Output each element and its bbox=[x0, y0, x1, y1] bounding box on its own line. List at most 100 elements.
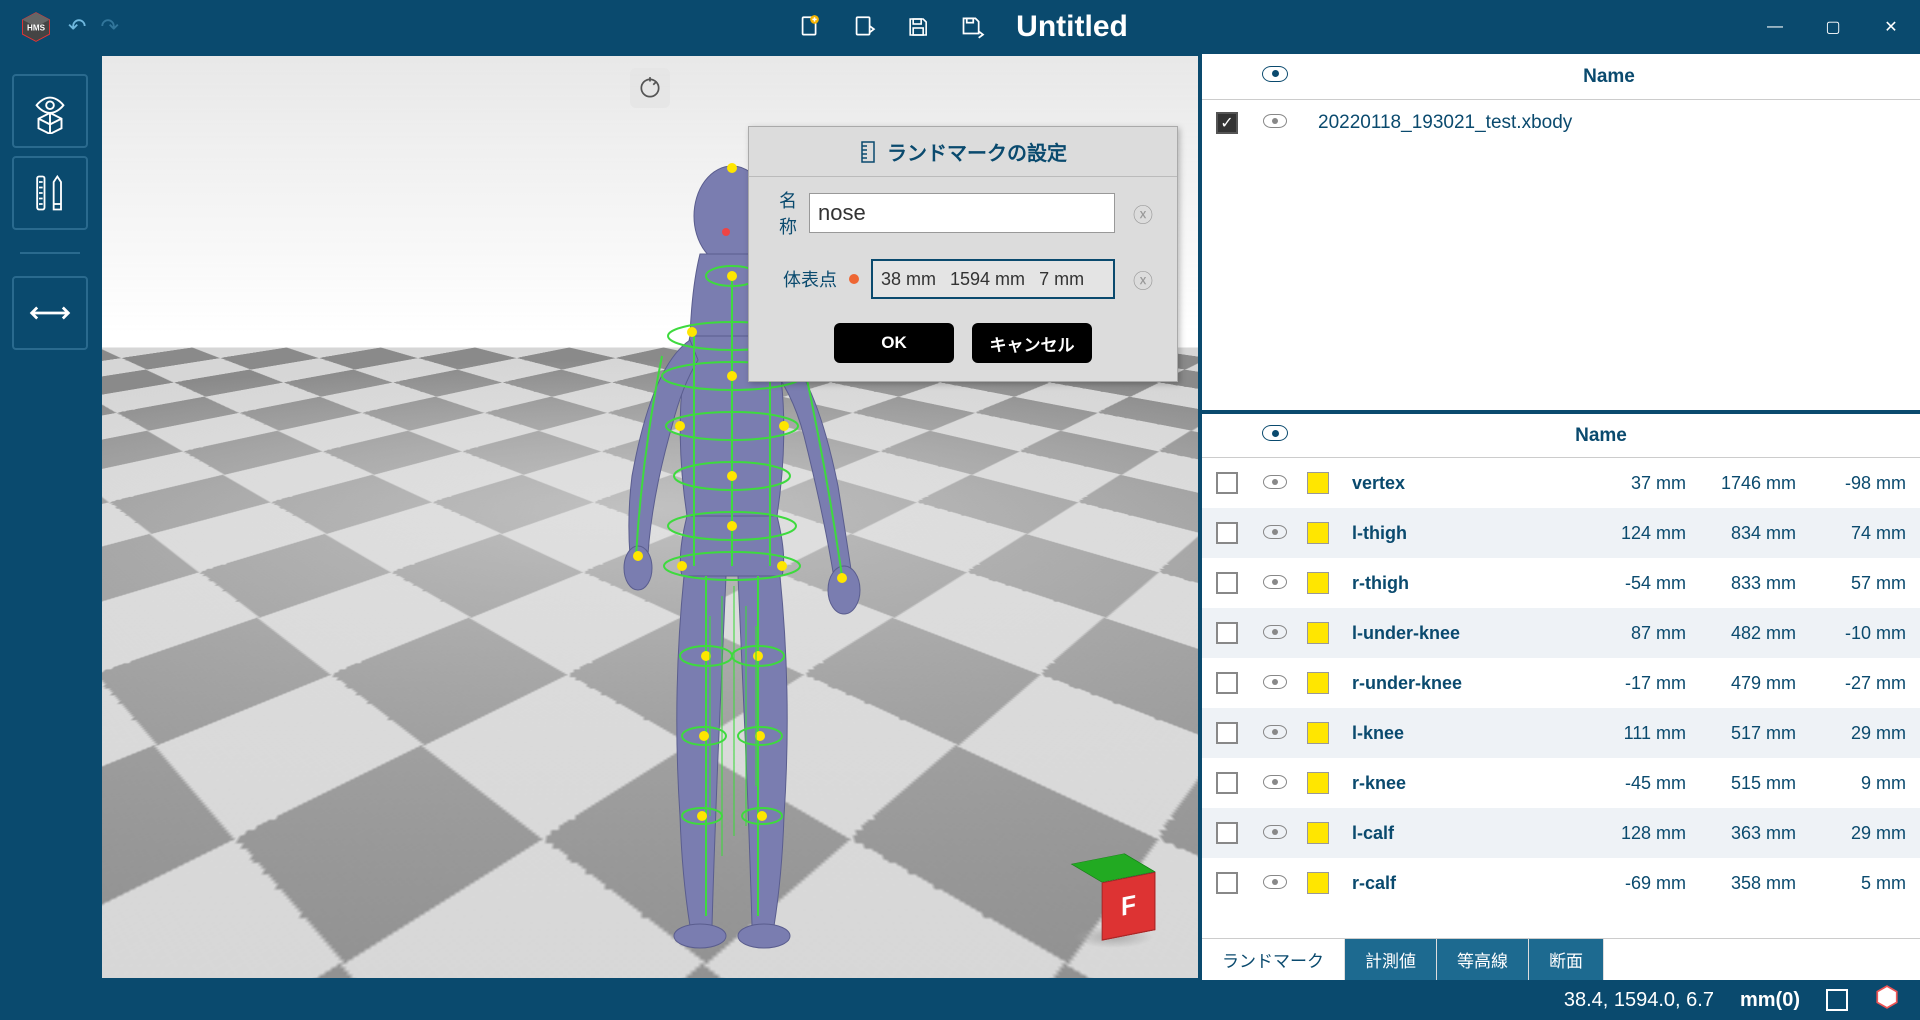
lm-y: 833 mm bbox=[1700, 573, 1810, 594]
save-as-icon[interactable] bbox=[954, 9, 990, 45]
scene-list: Name ✓ 20220118_193021_test.xbody bbox=[1202, 54, 1920, 414]
lm-z: -10 mm bbox=[1810, 623, 1920, 644]
open-doc-icon[interactable] bbox=[846, 9, 882, 45]
lm-name: r-calf bbox=[1338, 873, 1590, 894]
lm-color-swatch[interactable] bbox=[1307, 872, 1329, 894]
lm-z: 29 mm bbox=[1810, 723, 1920, 744]
lm-eye-icon[interactable] bbox=[1252, 623, 1298, 644]
landmark-row[interactable]: ✓ l-calf 128 mm 363 mm 29 mm bbox=[1202, 808, 1920, 858]
lm-eye-icon[interactable] bbox=[1252, 773, 1298, 794]
lm-checkbox[interactable]: ✓ bbox=[1216, 872, 1238, 894]
point-label: 体表点 bbox=[767, 266, 837, 292]
lm-eye-icon[interactable] bbox=[1252, 473, 1298, 494]
lm-checkbox[interactable]: ✓ bbox=[1216, 472, 1238, 494]
tab-ランドマーク[interactable]: ランドマーク bbox=[1202, 939, 1345, 980]
scene-row[interactable]: ✓ 20220118_193021_test.xbody bbox=[1202, 100, 1920, 146]
bottom-tabs: ランドマーク計測値等高線断面 bbox=[1202, 938, 1920, 980]
lm-color-swatch[interactable] bbox=[1307, 472, 1329, 494]
lm-name: r-thigh bbox=[1338, 573, 1590, 594]
landmark-row[interactable]: ✓ r-knee -45 mm 515 mm 9 mm bbox=[1202, 758, 1920, 808]
status-rect-icon[interactable] bbox=[1826, 989, 1848, 1011]
tab-等高線[interactable]: 等高線 bbox=[1437, 939, 1529, 980]
lm-visibility-header-icon[interactable] bbox=[1262, 425, 1288, 441]
tool-divider bbox=[12, 238, 88, 268]
status-coord: 38.4, 1594.0, 6.7 bbox=[1564, 989, 1714, 1012]
lm-eye-icon[interactable] bbox=[1252, 573, 1298, 594]
lm-eye-icon[interactable] bbox=[1252, 723, 1298, 744]
tool-measure-icon[interactable] bbox=[12, 156, 88, 230]
tab-計測値[interactable]: 計測値 bbox=[1345, 939, 1437, 980]
landmark-row[interactable]: ✓ l-thigh 124 mm 834 mm 74 mm bbox=[1202, 508, 1920, 558]
lm-eye-icon[interactable] bbox=[1252, 673, 1298, 694]
lm-checkbox[interactable]: ✓ bbox=[1216, 722, 1238, 744]
clear-coord-icon[interactable]: ⓧ bbox=[1127, 265, 1159, 294]
lm-y: 517 mm bbox=[1700, 723, 1810, 744]
coord-display[interactable]: 38 mm 1594 mm 7 mm bbox=[871, 259, 1115, 299]
scene-name-header[interactable]: Name bbox=[1298, 66, 1920, 88]
lm-name: r-under-knee bbox=[1338, 673, 1590, 694]
lm-z: 5 mm bbox=[1810, 873, 1920, 894]
lm-color-swatch[interactable] bbox=[1307, 522, 1329, 544]
lm-color-swatch[interactable] bbox=[1307, 722, 1329, 744]
lm-color-swatch[interactable] bbox=[1307, 572, 1329, 594]
app-logo-icon: HMS bbox=[18, 9, 54, 45]
landmark-row[interactable]: ✓ r-thigh -54 mm 833 mm 57 mm bbox=[1202, 558, 1920, 608]
status-hex-icon[interactable] bbox=[1874, 984, 1900, 1016]
orientation-cube[interactable]: R F bbox=[1068, 858, 1158, 948]
lm-checkbox[interactable]: ✓ bbox=[1216, 772, 1238, 794]
lm-x: -17 mm bbox=[1590, 673, 1700, 694]
landmark-row[interactable]: ✓ l-under-knee 87 mm 482 mm -10 mm bbox=[1202, 608, 1920, 658]
lm-color-swatch[interactable] bbox=[1307, 622, 1329, 644]
lm-z: -27 mm bbox=[1810, 673, 1920, 694]
lm-checkbox[interactable]: ✓ bbox=[1216, 822, 1238, 844]
clear-name-icon[interactable]: ⓧ bbox=[1127, 199, 1159, 228]
redo-icon[interactable]: ↷ bbox=[100, 14, 118, 40]
name-input[interactable] bbox=[809, 193, 1115, 233]
cancel-button[interactable]: キャンセル bbox=[972, 323, 1092, 363]
save-icon[interactable] bbox=[900, 9, 936, 45]
maximize-button[interactable]: ▢ bbox=[1804, 7, 1862, 47]
lm-eye-icon[interactable] bbox=[1252, 873, 1298, 894]
reset-view-icon[interactable] bbox=[630, 68, 670, 108]
status-unit: mm(0) bbox=[1740, 989, 1800, 1012]
landmark-row[interactable]: ✓ r-calf -69 mm 358 mm 5 mm bbox=[1202, 858, 1920, 908]
lm-eye-icon[interactable] bbox=[1252, 523, 1298, 544]
landmark-row[interactable]: ✓ r-under-knee -17 mm 479 mm -27 mm bbox=[1202, 658, 1920, 708]
lm-color-swatch[interactable] bbox=[1307, 822, 1329, 844]
scene-name: 20220118_193021_test.xbody bbox=[1298, 112, 1920, 134]
lm-checkbox[interactable]: ✓ bbox=[1216, 522, 1238, 544]
tab-断面[interactable]: 断面 bbox=[1529, 939, 1604, 980]
title-bar: HMS ↶ ↷ Untitled — ▢ ✕ bbox=[0, 0, 1920, 54]
scene-eye-icon[interactable] bbox=[1252, 112, 1298, 134]
lm-checkbox[interactable]: ✓ bbox=[1216, 672, 1238, 694]
lm-checkbox[interactable]: ✓ bbox=[1216, 622, 1238, 644]
landmark-row[interactable]: ✓ vertex 37 mm 1746 mm -98 mm bbox=[1202, 458, 1920, 508]
lm-y: 363 mm bbox=[1700, 823, 1810, 844]
lm-y: 358 mm bbox=[1700, 873, 1810, 894]
tool-swap-icon[interactable] bbox=[12, 276, 88, 350]
lm-color-swatch[interactable] bbox=[1307, 672, 1329, 694]
lm-name: r-knee bbox=[1338, 773, 1590, 794]
lm-x: -45 mm bbox=[1590, 773, 1700, 794]
minimize-button[interactable]: — bbox=[1746, 7, 1804, 47]
tool-view-icon[interactable] bbox=[12, 74, 88, 148]
lm-checkbox[interactable]: ✓ bbox=[1216, 572, 1238, 594]
3d-viewport[interactable]: R F ランドマークの設定 名称 ⓧ 体表点 38 bbox=[100, 54, 1200, 980]
lm-x: 37 mm bbox=[1590, 473, 1700, 494]
ok-button[interactable]: OK bbox=[834, 323, 954, 363]
lm-color-swatch[interactable] bbox=[1307, 772, 1329, 794]
lm-name-header[interactable]: Name bbox=[1298, 425, 1904, 447]
lm-z: 9 mm bbox=[1810, 773, 1920, 794]
tool-sidebar bbox=[0, 54, 100, 980]
new-doc-icon[interactable] bbox=[792, 9, 828, 45]
visibility-header-icon[interactable] bbox=[1262, 66, 1288, 82]
landmark-row[interactable]: ✓ l-knee 111 mm 517 mm 29 mm bbox=[1202, 708, 1920, 758]
lm-name: l-under-knee bbox=[1338, 623, 1590, 644]
scene-checkbox[interactable]: ✓ bbox=[1216, 112, 1238, 134]
lm-y: 479 mm bbox=[1700, 673, 1810, 694]
lm-y: 1746 mm bbox=[1700, 473, 1810, 494]
landmark-list: Name ✓ vertex 37 mm 1746 mm -98 mm✓ l-th… bbox=[1202, 414, 1920, 980]
undo-icon[interactable]: ↶ bbox=[68, 14, 86, 40]
lm-eye-icon[interactable] bbox=[1252, 823, 1298, 844]
close-button[interactable]: ✕ bbox=[1862, 7, 1920, 47]
